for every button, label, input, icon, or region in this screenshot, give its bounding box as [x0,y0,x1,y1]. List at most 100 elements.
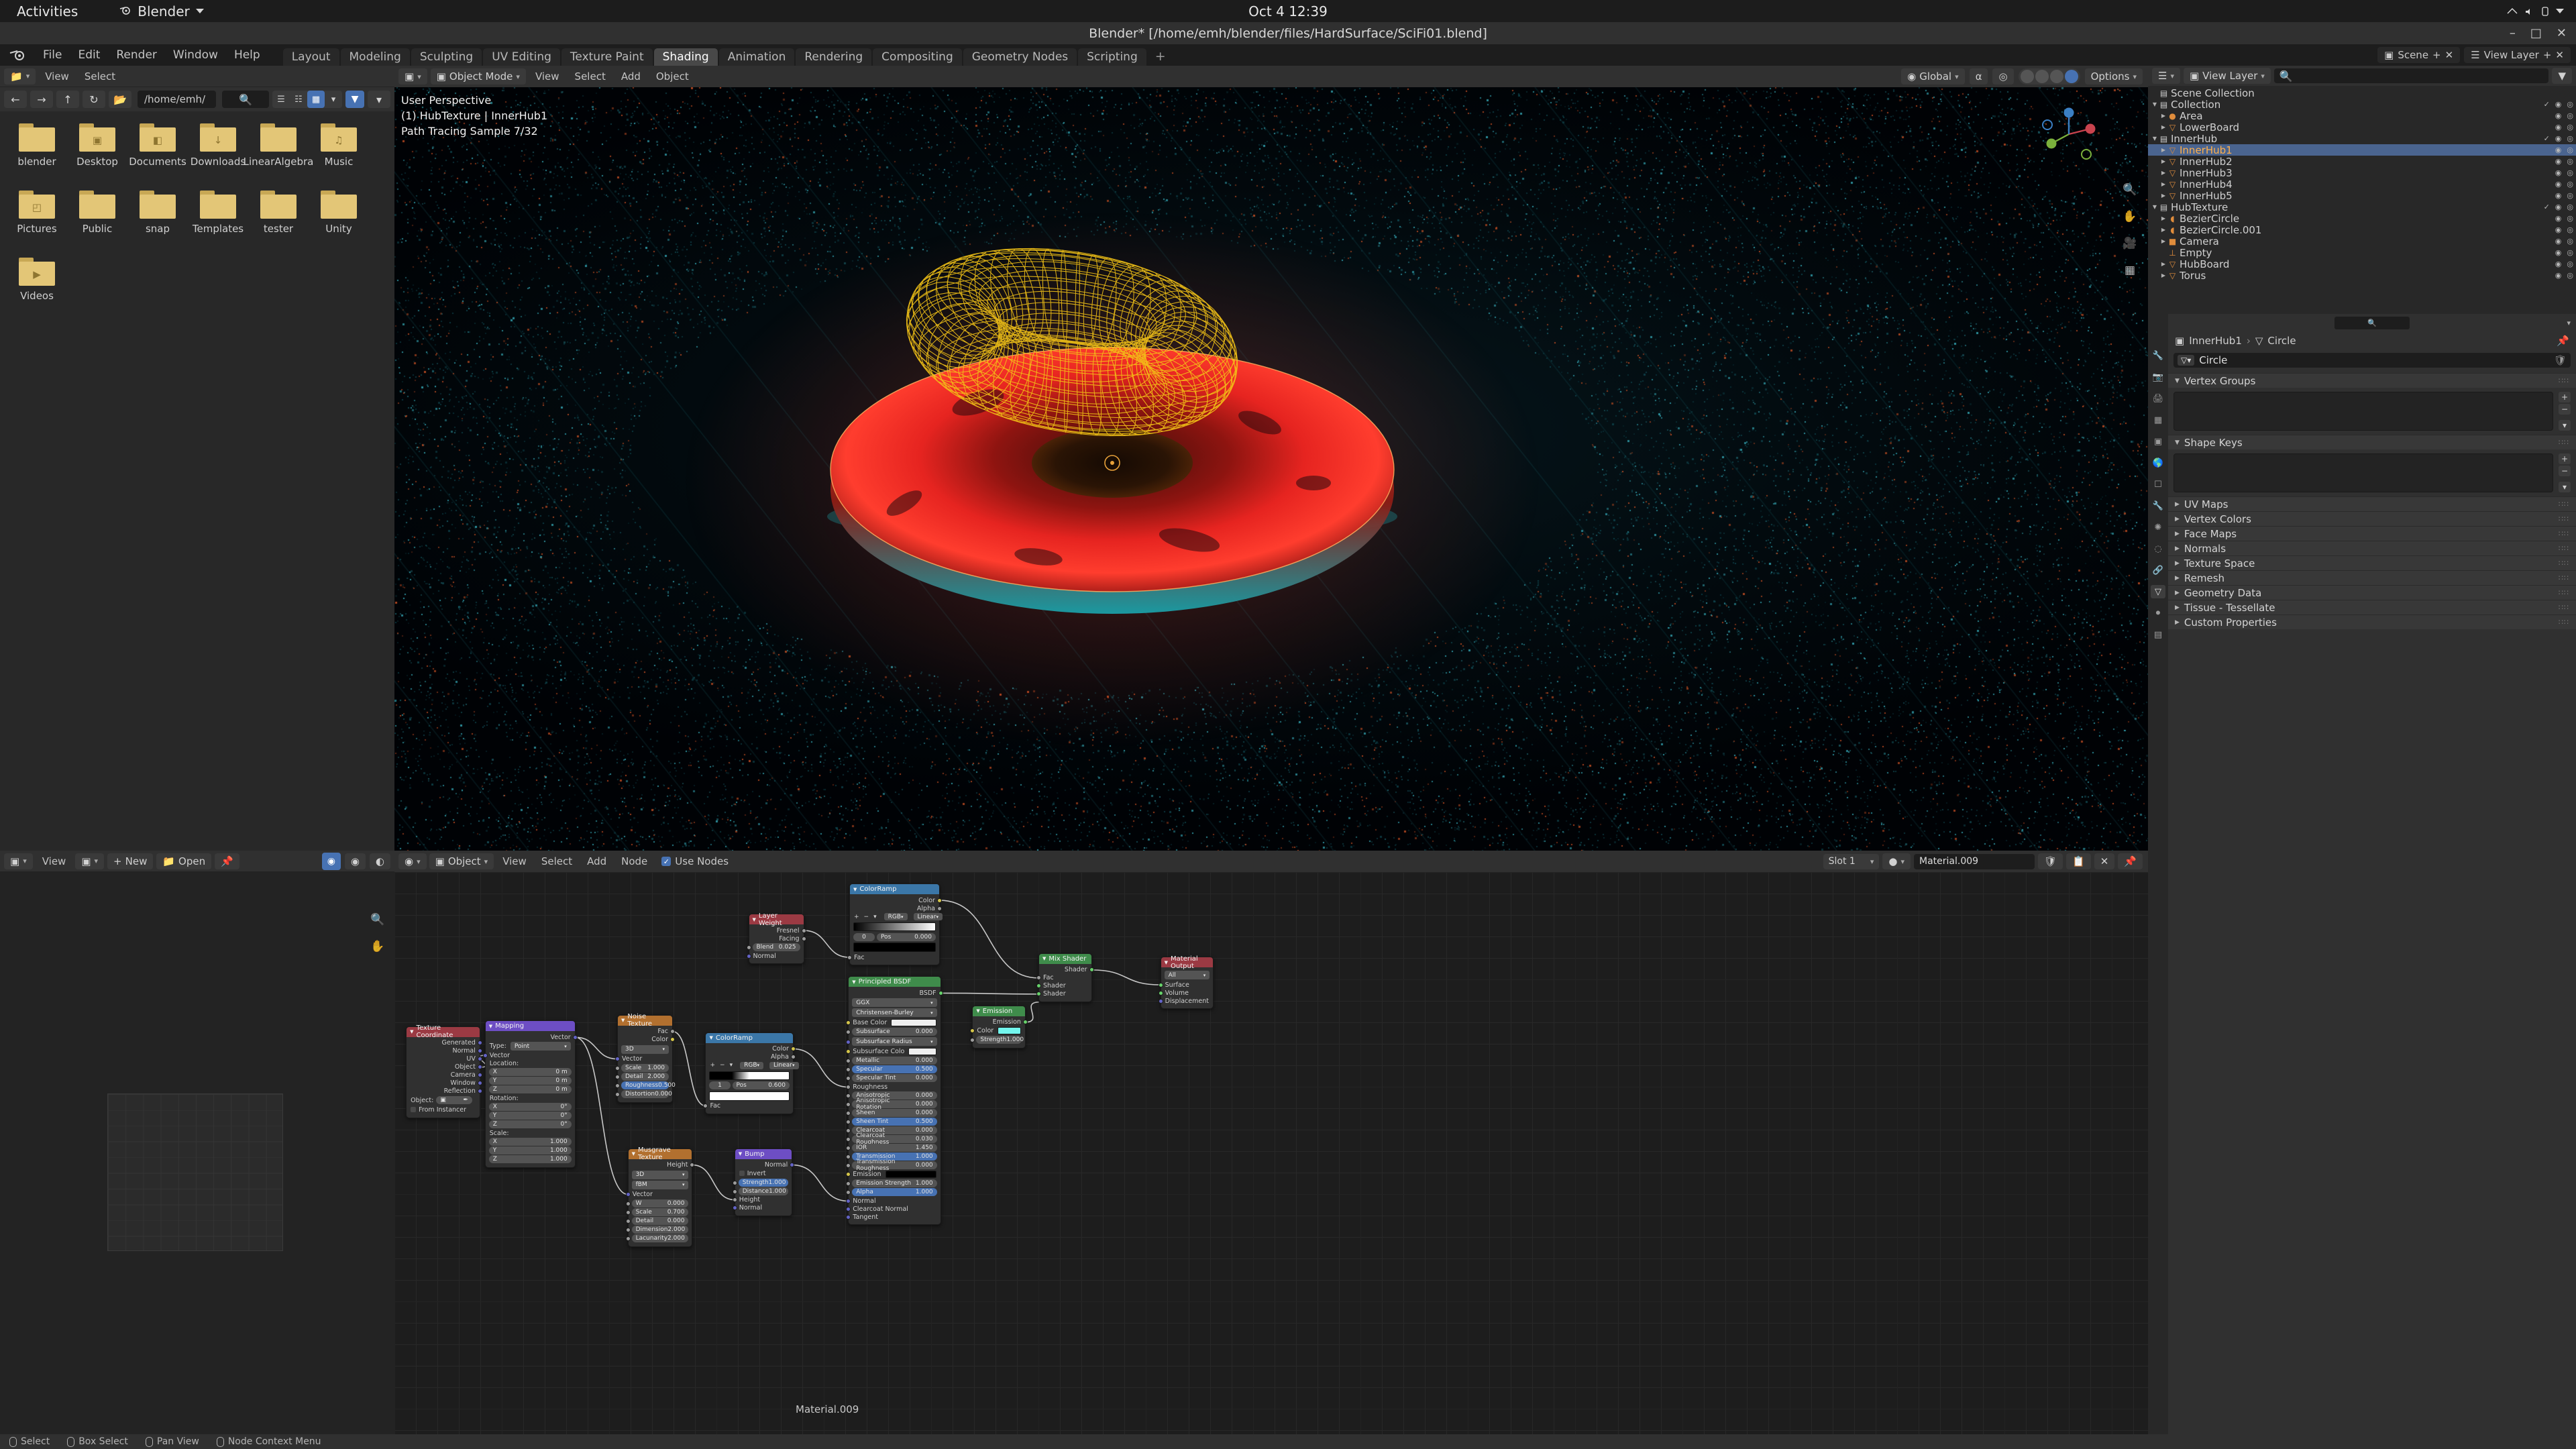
panel-drag-handle[interactable]: ∷∷ [2559,529,2569,538]
editor-type-selector[interactable]: ▣ ▾ [4,853,33,869]
node-socket[interactable] [790,1046,796,1052]
tab-uv-editing[interactable]: UV Editing [483,48,560,66]
node-socket[interactable] [1158,990,1163,996]
add-workspace-button[interactable]: + [1148,48,1173,66]
node-vector-component[interactable]: Z 0 m [488,1085,572,1094]
disclosure-closed-icon[interactable]: ▶ [2159,272,2167,278]
remove-item-button[interactable]: − [2559,466,2571,476]
node-value-field[interactable]: Alpha 1.000 [852,1188,937,1197]
eye-icon[interactable]: ◉ [2555,100,2562,109]
view-layer-selector[interactable]: ☰ View Layer + ✕ [2464,47,2571,63]
editor-type-selector[interactable]: 📁 ▾ [4,68,36,85]
viewport-menu-view[interactable]: View [529,68,566,85]
object-picker-field[interactable]: ▣ ✒ [436,1096,472,1105]
properties-panel-header[interactable]: ▶ Remesh ∷∷ [2168,570,2576,585]
node-header[interactable]: ▼ Emission [973,1006,1025,1016]
add-item-button[interactable]: + [2559,392,2571,402]
viewport-canvas[interactable]: User Perspective (1) HubTexture | InnerH… [394,87,2148,851]
eye-icon[interactable]: ◉ [2555,134,2562,143]
node-socket[interactable] [615,1091,620,1097]
node-vector-component[interactable]: X 1.000 [488,1138,572,1146]
node-socket[interactable] [846,1076,851,1081]
outliner-row[interactable]: ▼ ▤ Collection ✓ ◉ ◎ [2148,99,2576,111]
shader-node[interactable]: ▼ Texture Coordinate Generated Normal UV Obje… [406,1024,482,1118]
zoom-icon[interactable]: 🔍 [369,911,386,928]
navigation-gizmo[interactable] [2037,102,2101,166]
ramp-color-mode-dropdown[interactable]: RGB ▾ [740,1061,764,1069]
node-value-field[interactable]: Emission Strength 1.000 [852,1179,937,1188]
new-folder-icon[interactable]: 📂 [109,91,131,108]
unlink-scene-icon[interactable]: ✕ [2445,49,2454,61]
node-socket[interactable] [625,1192,631,1197]
scene-selector[interactable]: ▣ Scene + ✕ [2377,47,2461,63]
file-item[interactable]: blender [7,123,67,191]
node-value-field[interactable]: Detail 2.000 [621,1072,669,1081]
eye-icon[interactable]: ◉ [2555,157,2562,166]
snap-toggle[interactable]: ⍺ [1969,68,1988,85]
node-vector-component[interactable]: X 0 m [488,1068,572,1077]
outliner-row[interactable]: ▶ ▽ InnerHub1 ◉ ◎ [2148,144,2576,156]
node-socket[interactable] [847,955,852,960]
node-socket[interactable] [477,1089,482,1094]
disclosure-open-icon[interactable]: ▼ [2151,101,2159,107]
node-header[interactable]: ▼ Mix Shader [1039,953,1091,964]
tab-object-data[interactable]: ▽ [2151,585,2165,598]
use-nodes-checkbox[interactable]: ✓ [661,857,672,866]
mode-selector[interactable]: ▣ Object Mode ▾ [430,68,526,85]
duplicate-material-button[interactable]: 📋 [2066,853,2091,869]
uv-canvas[interactable]: 🔍 ✋ [0,872,394,1434]
properties-panel-header[interactable]: ▼ Shape Keys ∷∷ [2168,435,2576,449]
panel-drag-handle[interactable]: ∷∷ [2559,500,2569,508]
node-header[interactable]: ▼ Principled BSDF [849,977,941,987]
eye-icon[interactable]: ◉ [2555,260,2562,268]
outliner-row[interactable]: ▶ ▽ Torus ◉ ◎ [2148,270,2576,282]
pin-icon[interactable]: 📌 [2557,335,2569,347]
panel-drag-handle[interactable]: ∷∷ [2559,588,2569,597]
node-socket[interactable] [615,1065,620,1071]
node-collapse-icon[interactable]: ▼ [709,1035,712,1040]
camera-icon[interactable]: ◎ [2567,123,2573,131]
properties-search-input[interactable]: 🔍 [2334,316,2410,329]
ramp-stop-color-swatch[interactable] [709,1091,790,1101]
node-value-field[interactable]: Transmission Roughness 0.000 [852,1159,937,1172]
tab-sculpting[interactable]: Sculpting [411,48,482,66]
outliner-row[interactable]: ▶ ▽ HubBoard ◉ ◎ [2148,258,2576,270]
ramp-color-mode-dropdown[interactable]: RGB ▾ [883,913,908,921]
node-socket[interactable] [1036,983,1041,989]
outliner-row[interactable]: ▶ ▽ InnerHub5 ◉ ◎ [2148,190,2576,202]
refresh-icon[interactable]: ↻ [83,91,105,108]
node-collapse-icon[interactable]: ▼ [489,1024,492,1029]
node-socket[interactable] [690,1163,695,1168]
tab-particles[interactable]: ✺ [2151,521,2165,534]
eye-icon[interactable]: ◉ [2555,111,2562,120]
ramp-stop-index[interactable]: 1 [709,1081,731,1090]
material-name-input[interactable]: Material.009 [1914,853,2035,869]
node-value-field[interactable]: Anisotropic Rotation 0.000 [852,1097,937,1111]
node-socket[interactable] [846,1067,851,1073]
tab-rendering[interactable]: Rendering [796,48,872,66]
outliner-row[interactable]: ⊥ Empty ◉ ◎ [2148,247,2576,259]
node-value-field[interactable]: Distance 1.000 [738,1187,789,1195]
color-swatch[interactable] [885,1171,936,1179]
camera-icon[interactable]: ◎ [2567,260,2573,268]
filebrowser-menu-view[interactable]: View [39,68,75,85]
node-socket[interactable] [1036,991,1041,997]
node-value-field[interactable]: Metallic 0.000 [852,1057,937,1065]
shader-node[interactable]: ▼ Layer Weight Fresnel Facing Blend 0.025 Norm… [746,912,806,965]
shader-node[interactable]: ▼ Material Output All ▾ Surface Volume Displac… [1158,955,1214,1010]
node-socket[interactable] [1022,1020,1028,1025]
pin-material-button[interactable]: 📌 [2118,853,2143,869]
file-item[interactable]: ♫ Music [309,123,369,191]
eye-icon[interactable]: ◉ [2555,271,2562,280]
node-socket[interactable] [1158,982,1163,987]
node-dropdown[interactable]: fBM ▾ [631,1180,689,1189]
menu-help[interactable]: Help [226,46,268,64]
tab-animation[interactable]: Animation [718,48,795,66]
eye-icon[interactable]: ◉ [2555,237,2562,246]
node-header[interactable]: ▼ Mapping [485,1021,575,1032]
node-socket[interactable] [615,1057,620,1062]
node-socket[interactable] [625,1218,631,1224]
shader-node[interactable]: ▼ ColorRamp Color Alpha + − ▾ RGB ▾ Linear ▾ 1 Pos 0.… [703,1032,799,1114]
menu-window[interactable]: Window [165,46,226,64]
panel-drag-handle[interactable]: ∷∷ [2559,574,2569,582]
